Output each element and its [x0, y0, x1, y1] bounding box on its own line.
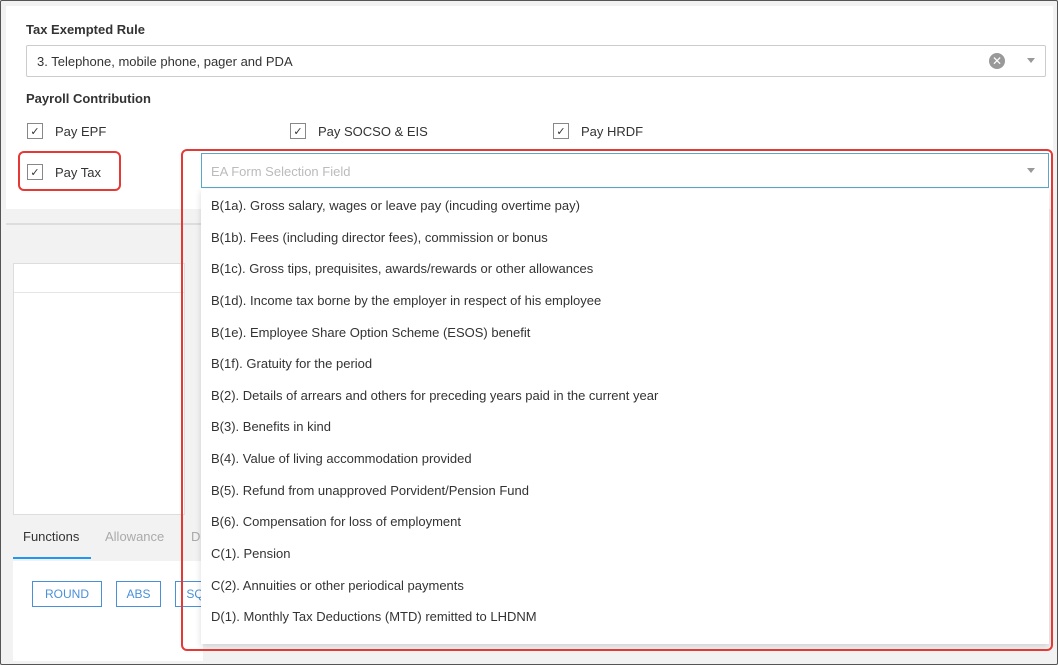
- round-button[interactable]: ROUND: [32, 581, 102, 607]
- checkbox-check-icon[interactable]: ✓: [553, 123, 569, 139]
- pay-tax-highlight: [18, 151, 121, 191]
- formula-panel-header: [14, 264, 184, 293]
- window-frame: Tax Exempted Rule 3. Telephone, mobile p…: [0, 0, 1058, 665]
- tab-bar: Functions Allowance De: [13, 521, 208, 561]
- formula-panel: [13, 263, 185, 515]
- pay-socso-eis-label: Pay SOCSO & EIS: [318, 123, 428, 139]
- checkbox-check-icon[interactable]: ✓: [27, 123, 43, 139]
- tab-active-indicator: [13, 557, 91, 559]
- ea-form-highlight: [181, 149, 1053, 651]
- pay-hrdf-label: Pay HRDF: [581, 123, 644, 139]
- chevron-down-icon[interactable]: [1027, 58, 1035, 63]
- pay-hrdf-checkbox[interactable]: ✓ Pay HRDF: [553, 123, 643, 139]
- pay-epf-checkbox[interactable]: ✓ Pay EPF: [27, 123, 106, 139]
- tax-exempted-rule-label: Tax Exempted Rule: [26, 22, 145, 37]
- tab-allowance[interactable]: Allowance: [105, 529, 164, 544]
- tab-functions[interactable]: Functions: [23, 529, 79, 544]
- pay-socso-eis-checkbox[interactable]: ✓ Pay SOCSO & EIS: [290, 123, 428, 139]
- payroll-contribution-label: Payroll Contribution: [26, 91, 151, 106]
- abs-button[interactable]: ABS: [116, 581, 161, 607]
- pay-epf-label: Pay EPF: [55, 123, 107, 139]
- functions-panel: ROUND ABS SQ: [13, 561, 215, 661]
- tax-exempted-rule-value: 3. Telephone, mobile phone, pager and PD…: [37, 54, 293, 69]
- checkbox-check-icon[interactable]: ✓: [290, 123, 306, 139]
- tax-exempted-rule-select[interactable]: 3. Telephone, mobile phone, pager and PD…: [26, 45, 1046, 77]
- clear-icon[interactable]: ✕: [989, 53, 1005, 69]
- divider: [6, 223, 206, 225]
